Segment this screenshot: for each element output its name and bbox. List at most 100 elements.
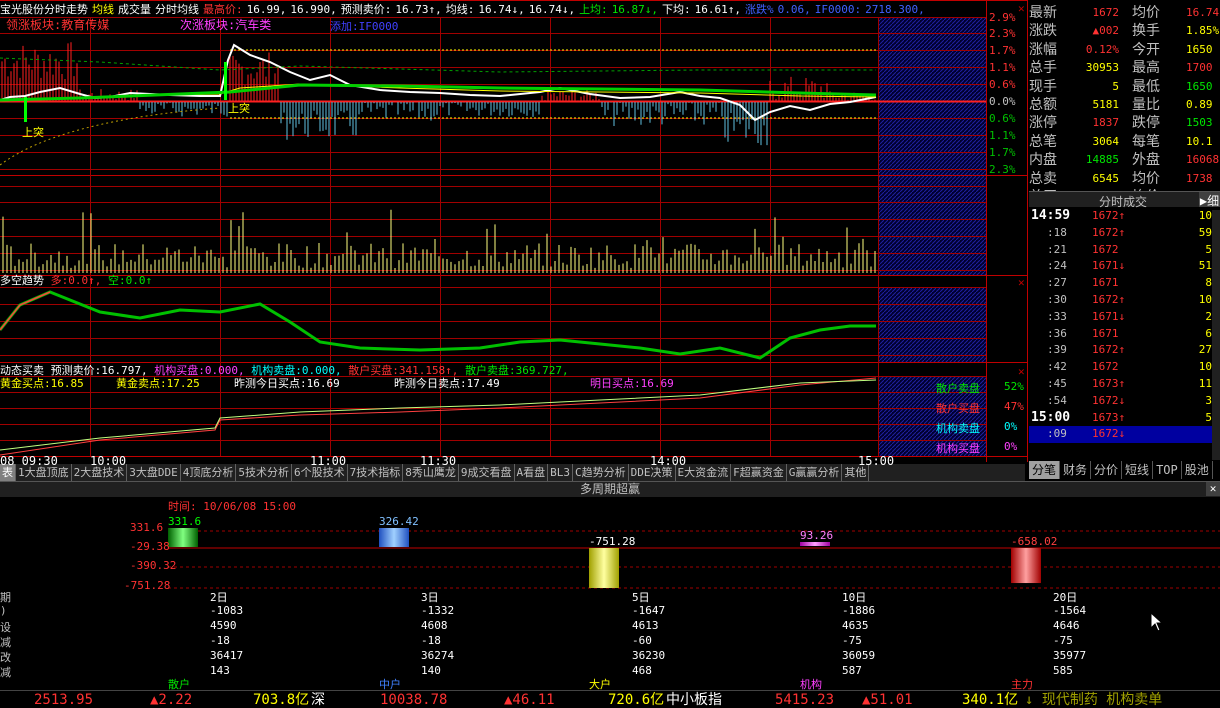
downavg-label: 下均: xyxy=(662,3,691,16)
tick-row[interactable]: :181672↑598 xyxy=(1029,225,1220,242)
multi-close-icon[interactable]: ✕ xyxy=(1206,482,1220,496)
multi-cell: 36230 xyxy=(632,649,666,662)
quote-value: 16068 xyxy=(1186,153,1220,167)
price-axis-label: 0.0% xyxy=(989,95,1016,108)
app-window: 宝光股份分时走势 均线 成交量 分时均线 最高价: 16.99, 16.990, 预测卖价: 1… xyxy=(0,0,1220,708)
bottom-tab[interactable]: C趋势分析 xyxy=(573,464,629,481)
tick-detail-button[interactable]: ▶细 xyxy=(1199,192,1220,208)
signal-bar xyxy=(24,97,27,122)
dyn-legend-value: 0% xyxy=(1004,440,1018,453)
tick-row[interactable]: 14:591672↑101 xyxy=(1029,208,1220,225)
multi-bar-label: -751.28 xyxy=(589,535,636,548)
tick-price: 1671 xyxy=(1092,326,1119,340)
tick-row[interactable]: :391672↑275 xyxy=(1029,342,1220,359)
tick-row[interactable]: :241671↓515 xyxy=(1029,258,1220,275)
right-tab[interactable]: 分笔 xyxy=(1029,461,1061,479)
bottom-tab[interactable]: 9成交看盘 xyxy=(459,464,515,481)
multi-yaxis-label: -751.28 xyxy=(124,579,171,592)
tick-price: 1672↑ xyxy=(1092,292,1126,306)
smb-amount: 340.1亿 xyxy=(962,692,1019,708)
quote-value: 3064 xyxy=(1092,134,1120,148)
lead-sector[interactable]: 领涨板块:教育传媒 xyxy=(6,18,109,32)
news-ticker[interactable]: ↓ 现代制药 机构卖单 xyxy=(1025,691,1162,708)
dyn-panel-title: 动态买卖 预测卖价:16.797, 机构买盘:0.000, 机构卖盘:0.000… xyxy=(0,364,569,377)
multi-cell: 4608 xyxy=(421,619,448,632)
price-axis-label: 2.9% xyxy=(989,11,1016,24)
stock-title: 宝光股份分时走势 xyxy=(0,3,88,16)
quote-value: 1672 xyxy=(1092,6,1120,19)
sh-index[interactable]: 2513.95 xyxy=(34,691,93,708)
gold-buy: 黄金买点:16.85 xyxy=(0,377,84,390)
panel-close-icon[interactable]: ✕ xyxy=(1018,2,1025,15)
price-axis-label: 1.7% xyxy=(989,146,1016,159)
trend-panel-red xyxy=(0,291,51,331)
quote-row: 内盘 14885 外盘 16068 xyxy=(1029,151,1220,169)
right-tab[interactable]: 分价 xyxy=(1091,461,1123,479)
tick-row[interactable]: :421672102 xyxy=(1029,359,1220,376)
tick-price: 1672 xyxy=(1092,242,1119,256)
future-area-trend xyxy=(878,287,986,362)
chart-grid xyxy=(0,0,1028,462)
tick-row[interactable]: :541672↓31 xyxy=(1029,393,1220,410)
pred-price: 16.73↑, xyxy=(395,3,442,16)
tick-row[interactable]: :36167162 xyxy=(1029,326,1220,343)
quote-row: 最新 1672 均价 16.74 xyxy=(1029,4,1220,22)
smb-label: 中小板指 xyxy=(666,692,722,708)
dyn-title: 动态买卖 xyxy=(0,364,44,377)
tick-row[interactable]: 15:001673↑51 xyxy=(1029,410,1220,427)
panel-close-icon[interactable]: ✕ xyxy=(1018,365,1025,378)
quote-value: 1650 xyxy=(1186,42,1213,56)
multi-bar-label: 326.42 xyxy=(379,515,419,528)
lag-sector[interactable]: 次涨板块:汽车类 xyxy=(180,18,271,32)
tick-row[interactable]: :27167182 xyxy=(1029,275,1220,292)
quote-value: 5181 xyxy=(1092,97,1120,111)
multi-bar-label: 93.26 xyxy=(800,529,834,542)
bottom-tab[interactable]: BL3 xyxy=(548,464,573,481)
multi-cell: 36059 xyxy=(842,649,876,662)
tick-price: 1672↓ xyxy=(1092,427,1126,441)
time-axis-label: 14:00 xyxy=(650,454,687,468)
bottom-tab[interactable]: F超赢资金 xyxy=(731,464,787,481)
add-index[interactable]: 添加:IF0000 xyxy=(330,18,398,34)
multi-cell: 4613 xyxy=(632,619,659,632)
quote-value: 0.89 xyxy=(1186,97,1213,111)
bottom-tab[interactable]: 4顶底分析 xyxy=(181,464,237,481)
right-tab[interactable]: 财务 xyxy=(1060,461,1092,479)
vol-label[interactable]: 成交量 xyxy=(118,3,151,16)
tick-price: 1672 xyxy=(1092,360,1119,374)
if-val: 2718.300, xyxy=(865,3,925,16)
avg-label[interactable]: 分时均线 xyxy=(155,3,199,16)
tick-row[interactable]: :09 1672↓ xyxy=(1029,426,1220,444)
future-area-price xyxy=(878,17,986,175)
smb-index[interactable]: 5415.23 xyxy=(775,691,834,708)
panel-close-icon[interactable]: ✕ xyxy=(1018,276,1025,289)
tick-row[interactable]: :331671↓21 xyxy=(1029,309,1220,326)
bottom-tab[interactable]: A看盘 xyxy=(515,464,549,481)
tick-time: :39 xyxy=(1047,343,1067,357)
right-tab[interactable]: TOP xyxy=(1153,461,1182,479)
quote-panel: 最新 1672 均价 16.74 涨跌 ▲002 换手 1.85% 涨幅 0.12% 今开 1650 总… xyxy=(1029,4,1220,206)
tick-scrollbar[interactable] xyxy=(1212,210,1220,460)
tomorrow-buy: 明日买点:16.69 xyxy=(590,377,674,390)
upavg-val: 16.87↓, xyxy=(611,3,659,16)
right-tab[interactable]: 短线 xyxy=(1122,461,1154,479)
bottom-tab[interactable]: 7技术指标 xyxy=(348,464,404,481)
bottom-tab[interactable]: 3大盘DDE xyxy=(127,464,181,481)
tick-row[interactable]: :451673↑112 xyxy=(1029,376,1220,393)
right-tab[interactable]: 股池 xyxy=(1182,461,1213,479)
upper-band xyxy=(0,57,876,73)
ma-label[interactable]: 均线 xyxy=(92,3,114,16)
tick-row[interactable]: :301672↑104 xyxy=(1029,292,1220,309)
tick-row[interactable]: :21167251 xyxy=(1029,242,1220,259)
tick-list[interactable]: 14:591672↑101:181672↑598:21167251:241671… xyxy=(1029,208,1220,444)
multi-footer-label: 机构 xyxy=(800,678,822,691)
chart-drawings xyxy=(0,42,877,456)
multi-cell: 35977 xyxy=(1053,649,1087,662)
sz-index[interactable]: 10038.78 xyxy=(380,691,447,708)
intraday-chart[interactable] xyxy=(0,0,1028,482)
bottom-tab[interactable]: 5技术分析 xyxy=(236,464,292,481)
dyn-legend-label: 机构买盘 xyxy=(936,442,980,455)
time-axis-label: 15:00 xyxy=(858,454,895,468)
multi-bar-label: -658.02 xyxy=(1011,535,1058,548)
bottom-tab[interactable]: G赢赢分析 xyxy=(787,464,843,481)
